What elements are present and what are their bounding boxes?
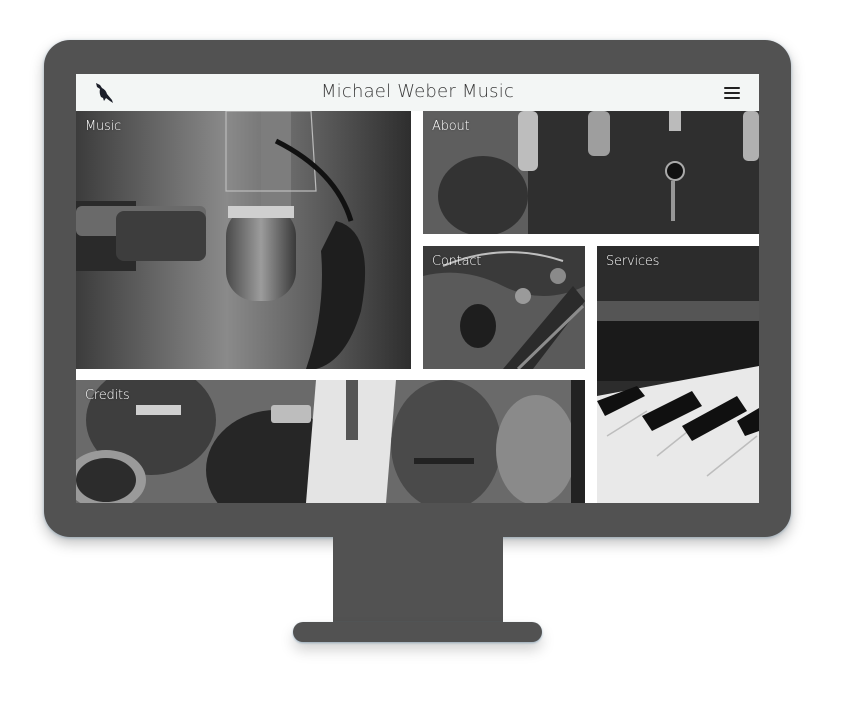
tile-label-services: Services (606, 254, 660, 269)
tile-label-music: Music (85, 119, 121, 134)
monitor-screen: Michael Weber Music Music About Contact … (76, 74, 759, 503)
tile-about[interactable]: About (423, 111, 759, 234)
guitars-photo (76, 380, 585, 503)
piano-photo (597, 246, 759, 503)
tile-services[interactable]: Services (597, 246, 759, 503)
drum-photo (423, 111, 759, 234)
tile-contact[interactable]: Contact (423, 246, 585, 369)
microphone-photo (76, 111, 411, 369)
site-header: Michael Weber Music (76, 74, 759, 111)
monitor-stand-neck (333, 536, 503, 630)
hamburger-menu-icon[interactable] (723, 84, 741, 100)
tile-label-contact: Contact (432, 254, 482, 269)
tile-credits[interactable]: Credits (76, 380, 585, 503)
monitor-stand-base (293, 622, 542, 642)
site-title[interactable]: Michael Weber Music (76, 81, 759, 102)
tile-label-about: About (432, 119, 470, 134)
tile-music[interactable]: Music (76, 111, 411, 369)
tile-label-credits: Credits (85, 388, 130, 403)
